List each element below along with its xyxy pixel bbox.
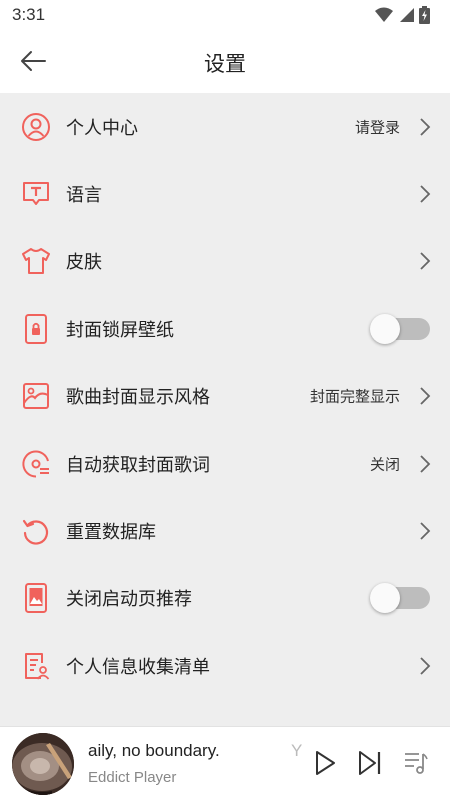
setting-label: 重置数据库 xyxy=(66,522,156,544)
status-bar: 3:31 xyxy=(0,0,450,30)
document-user-icon xyxy=(20,650,52,682)
reset-icon xyxy=(20,515,52,547)
chevron-right-icon xyxy=(418,655,432,677)
setting-label: 歌曲封面显示风格 xyxy=(66,387,210,409)
track-artist: Eddict Player xyxy=(88,769,177,786)
track-title: aily, no boundary. xyxy=(88,741,220,760)
skip-next-button[interactable] xyxy=(354,745,386,781)
lock-screen-icon xyxy=(20,313,52,345)
language-icon xyxy=(20,178,52,210)
disc-lyrics-icon xyxy=(20,448,52,480)
settings-list: 个人中心 请登录 语言 皮肤 封面锁屏壁纸 歌曲封面显示风格 封面完整显示 自动… xyxy=(0,93,450,726)
setting-lockscreen-wallpaper[interactable]: 封面锁屏壁纸 xyxy=(0,295,450,362)
setting-label: 封面锁屏壁纸 xyxy=(66,319,174,341)
chevron-right-icon xyxy=(418,453,432,475)
setting-reset-database[interactable]: 重置数据库 xyxy=(0,497,450,564)
chevron-right-icon xyxy=(418,520,432,542)
playlist-icon xyxy=(405,753,428,774)
setting-personal-center[interactable]: 个人中心 请登录 xyxy=(0,93,450,160)
splash-image-icon xyxy=(20,582,52,614)
toggle-thumb xyxy=(370,583,400,614)
splash-recommendation-toggle[interactable] xyxy=(370,583,430,614)
signal-icon xyxy=(400,8,414,22)
status-icons xyxy=(375,6,430,24)
chevron-right-icon xyxy=(418,385,432,407)
track-title-marquee: Y xyxy=(291,741,303,760)
setting-disable-splash-recommendation[interactable]: 关闭启动页推荐 xyxy=(0,565,450,632)
user-circle-icon xyxy=(20,111,52,143)
battery-charging-icon xyxy=(419,6,430,24)
setting-label: 皮肤 xyxy=(66,252,102,274)
chevron-right-icon xyxy=(418,183,432,205)
setting-language[interactable]: 语言 xyxy=(0,160,450,227)
chevron-right-icon xyxy=(418,250,432,272)
tshirt-icon xyxy=(20,245,52,277)
playlist-button[interactable] xyxy=(400,745,432,781)
mini-player[interactable]: aily, no boundary. Y Eddict Player xyxy=(0,726,450,799)
cover-style-icon xyxy=(20,380,52,412)
setting-value: 关闭 xyxy=(369,455,400,474)
album-art[interactable] xyxy=(12,733,74,795)
chevron-right-icon xyxy=(418,116,432,138)
play-button[interactable] xyxy=(309,745,341,781)
setting-value: 请登录 xyxy=(354,118,400,137)
status-time: 3:31 xyxy=(12,5,46,24)
setting-auto-fetch-cover-lyrics[interactable]: 自动获取封面歌词 关闭 xyxy=(0,430,450,497)
setting-label: 自动获取封面歌词 xyxy=(66,454,210,476)
toggle-thumb xyxy=(370,313,400,344)
app-bar: 设置 xyxy=(0,30,450,93)
setting-label: 个人中心 xyxy=(66,117,138,139)
play-icon xyxy=(316,751,335,775)
setting-personal-info-list[interactable]: 个人信息收集清单 xyxy=(0,632,450,699)
setting-skin[interactable]: 皮肤 xyxy=(0,228,450,295)
setting-cover-display-style[interactable]: 歌曲封面显示风格 封面完整显示 xyxy=(0,363,450,430)
skip-next-icon xyxy=(359,751,381,775)
setting-label: 语言 xyxy=(66,185,102,207)
setting-label: 个人信息收集清单 xyxy=(66,656,210,678)
page-title: 设置 xyxy=(204,52,246,76)
setting-value: 封面完整显示 xyxy=(309,387,400,406)
setting-label: 关闭启动页推荐 xyxy=(66,589,192,611)
wifi-icon xyxy=(375,7,393,22)
lockscreen-wallpaper-toggle[interactable] xyxy=(370,313,430,344)
